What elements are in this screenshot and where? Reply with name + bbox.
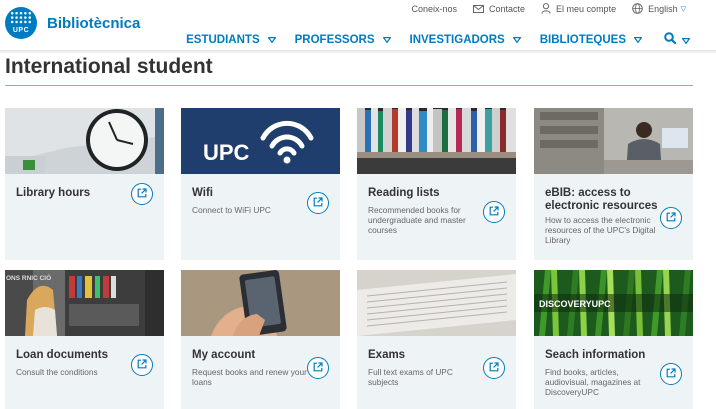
header-shadow (0, 50, 716, 54)
external-link-button[interactable] (307, 192, 329, 214)
card-description: Find books, articles, audiovisual, magaz… (545, 367, 641, 397)
card-title: eBIB: access to electronic resources (545, 187, 658, 212)
card-library-hours[interactable]: Library hours (5, 108, 164, 260)
external-link-icon (489, 359, 499, 377)
wall-clock-image (5, 108, 164, 174)
discoveryupc-image: DISCOVERYUPC (534, 270, 693, 336)
bookshelf-image (357, 108, 516, 174)
title-divider (5, 85, 693, 86)
chevron-down-icon (267, 34, 276, 46)
page-title: International student (5, 55, 213, 78)
chevron-down-icon: ▽ (680, 5, 686, 13)
globe-icon (632, 3, 643, 14)
external-link-icon (666, 365, 676, 383)
site-name: Bibliotècnica (47, 14, 141, 32)
nav-item-libraries[interactable]: BIBLIOTEQUES (540, 34, 642, 46)
card-exams[interactable]: Exams Full text exams of UPC subjects (357, 270, 516, 409)
external-link-button[interactable] (131, 354, 153, 376)
card-search-information[interactable]: DISCOVERYUPC Seach information Find book… (534, 270, 693, 409)
external-link-icon (313, 194, 323, 212)
card-title: Seach information (545, 349, 646, 361)
user-icon (541, 3, 551, 14)
external-link-icon (666, 209, 676, 227)
card-ebib[interactable]: eBIB: access to electronic resources How… (534, 108, 693, 260)
upc-wifi-image-text: UPC (203, 140, 250, 165)
language-selector[interactable]: English ▽ (632, 3, 686, 14)
external-link-icon (313, 359, 323, 377)
card-loan-documents[interactable]: ONS RNIC CIÓ Loan documents Consult the … (5, 270, 164, 409)
card-title: My account (192, 349, 256, 361)
main-nav: ESTUDIANTS PROFESSORS INVESTIGADORS BIBL… (186, 31, 690, 49)
nav-item-students-label: ESTUDIANTS (186, 34, 260, 46)
about-link-label: Coneix-nos (411, 3, 458, 14)
card-description: Consult the conditions (16, 367, 98, 377)
nav-item-researchers[interactable]: INVESTIGADORS (410, 34, 521, 46)
upc-logo-icon: UPC (5, 7, 37, 39)
language-label: English (648, 3, 678, 14)
card-description: Full text exams of UPC subjects (368, 367, 453, 387)
external-link-button[interactable] (483, 201, 505, 223)
external-link-icon (489, 203, 499, 221)
site-logo[interactable]: UPC Bibliotècnica (5, 7, 140, 39)
nav-item-students[interactable]: ESTUDIANTS (186, 34, 276, 46)
about-link[interactable]: Coneix-nos (411, 4, 457, 14)
chevron-down-icon (682, 31, 690, 49)
site-header: UPC Bibliotècnica Coneix-nos Contacte El… (0, 0, 716, 52)
external-link-button[interactable] (131, 183, 153, 205)
external-link-icon (137, 185, 147, 203)
card-my-account[interactable]: My account Request books and renew your … (181, 270, 340, 409)
my-account-label: El meu compte (556, 3, 617, 14)
my-account-link[interactable]: El meu compte (541, 3, 616, 14)
external-link-button[interactable] (660, 363, 682, 385)
card-description: How to access the electronic resources o… (545, 215, 656, 245)
card-description: Recommended books for undergraduate and … (368, 205, 466, 235)
contact-link-label: Contacte (489, 3, 526, 14)
logo-label: UPC (12, 27, 30, 34)
card-description: Connect to WiFi UPC (192, 205, 271, 215)
search-icon (664, 31, 677, 49)
nav-item-teachers-label: PROFESSORS (294, 34, 375, 46)
card-title: Wifi (192, 187, 213, 199)
exam-papers-image (357, 270, 516, 336)
card-title: Exams (368, 349, 406, 361)
utility-nav: Coneix-nos Contacte El meu compte Englis… (411, 3, 686, 14)
card-title: Loan documents (16, 349, 109, 361)
card-title: Reading lists (368, 187, 440, 199)
card-reading-lists[interactable]: Reading lists Recommended books for unde… (357, 108, 516, 260)
nav-item-teachers[interactable]: PROFESSORS (295, 34, 391, 46)
nav-item-researchers-label: INVESTIGADORS (409, 34, 505, 46)
chevron-down-icon (634, 34, 642, 46)
external-link-button[interactable] (660, 207, 682, 229)
external-link-button[interactable] (307, 357, 329, 379)
upc-wifi-image: UPC (181, 108, 340, 174)
envelope-icon (473, 4, 485, 13)
chevron-down-icon (512, 34, 521, 46)
external-link-icon (137, 356, 147, 374)
person-at-computer-image (534, 108, 693, 174)
chevron-down-icon (382, 34, 391, 46)
contact-link[interactable]: Contacte (473, 4, 525, 14)
search-button[interactable] (664, 31, 690, 49)
nav-item-libraries-label: BIBLIOTEQUES (539, 34, 626, 46)
discoveryupc-image-text: DISCOVERYUPC (539, 299, 611, 309)
hand-with-phone-image (181, 270, 340, 336)
card-description: Request books and renew your loans (192, 367, 307, 387)
sign-text: ONS RNIC CIÓ (6, 273, 51, 282)
card-wifi[interactable]: UPC Wifi Connect to WiFi UPC (181, 108, 340, 260)
external-link-button[interactable] (483, 357, 505, 379)
student-at-shelves-image: ONS RNIC CIÓ (5, 270, 164, 336)
card-title: Library hours (16, 187, 91, 199)
